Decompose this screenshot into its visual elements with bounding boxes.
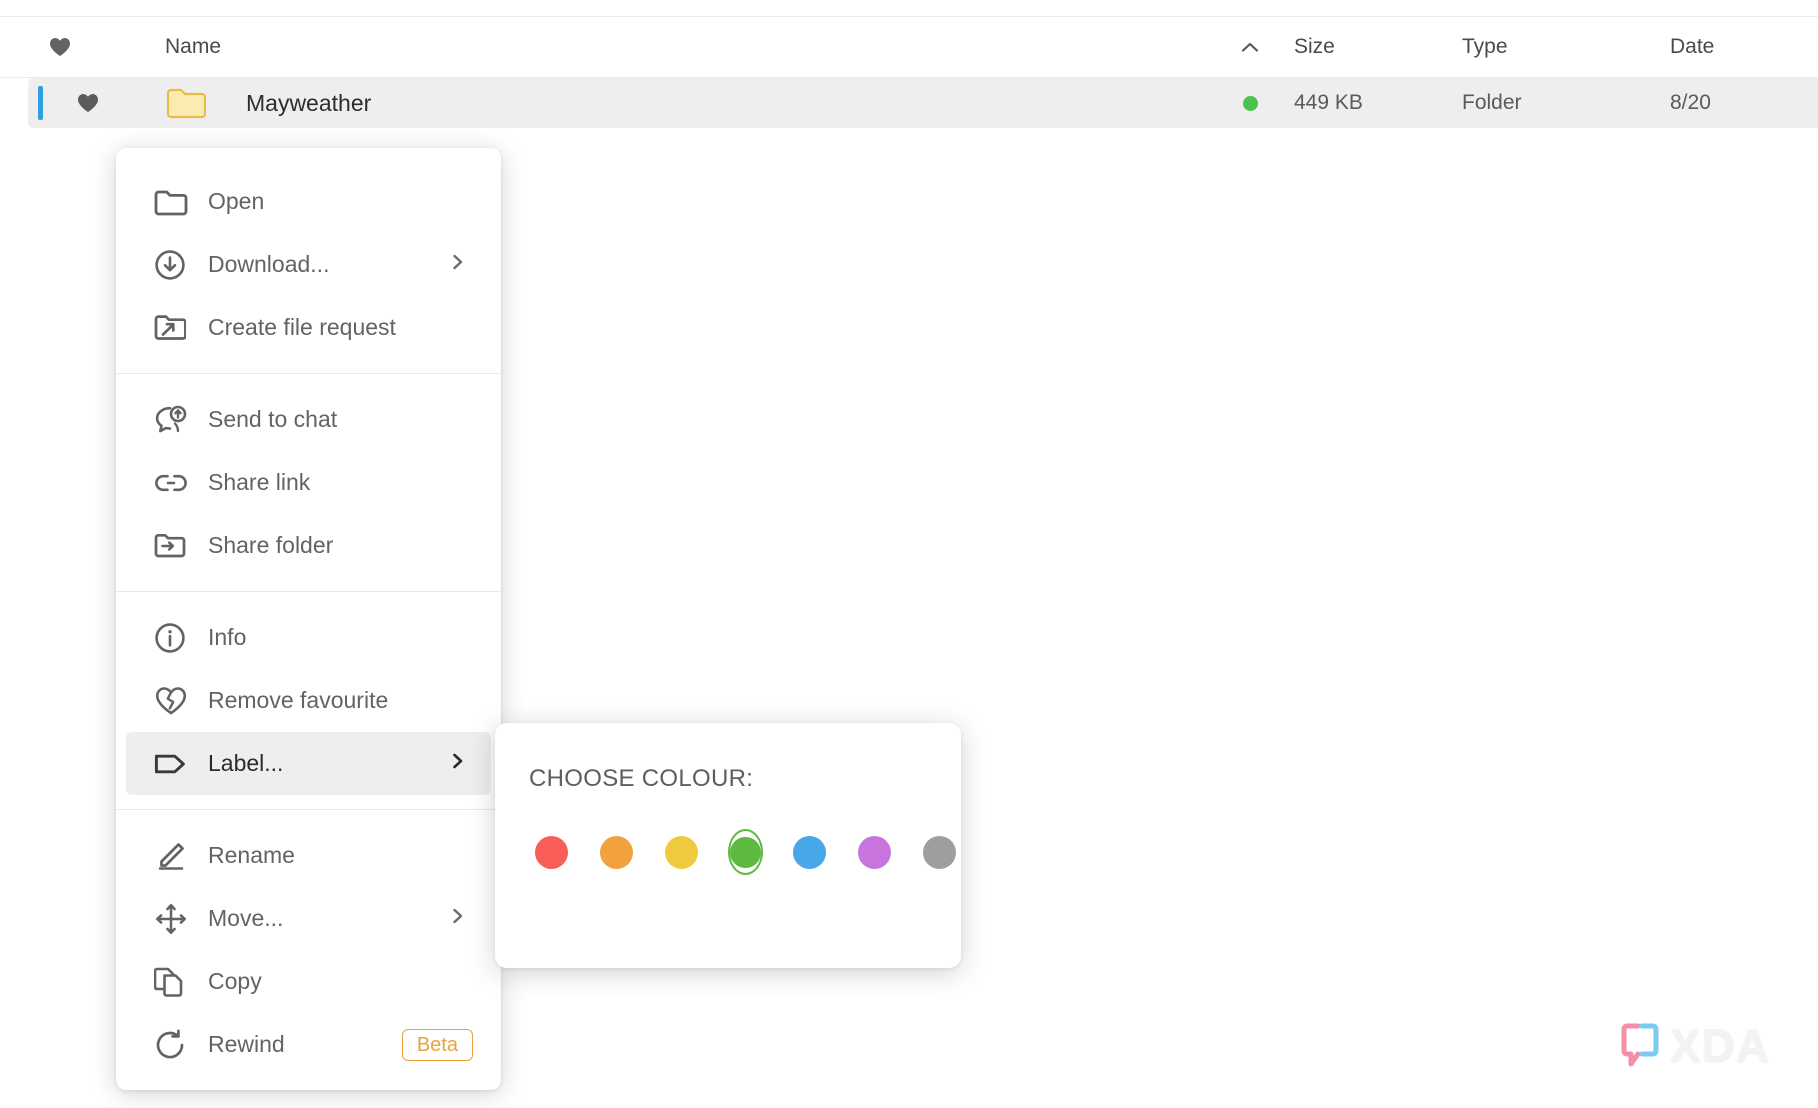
heart-icon	[49, 37, 71, 57]
file-list-header: Name Size Type Date	[0, 16, 1818, 78]
menu-item-label: Info	[208, 624, 247, 650]
menu-item-label[interactable]: Label...	[126, 732, 491, 795]
menu-item-label: Send to chat	[208, 406, 338, 432]
move-arrows-icon	[154, 902, 200, 936]
file-request-icon	[154, 313, 200, 343]
column-header-size[interactable]: Size	[1278, 35, 1458, 59]
link-icon	[154, 472, 200, 494]
colour-swatch-red[interactable]	[533, 829, 570, 875]
chevron-right-icon	[449, 905, 473, 932]
colour-swatch-yellow[interactable]	[663, 829, 700, 875]
colour-swatch-green[interactable]	[728, 829, 763, 875]
menu-item-label-text: Label...	[208, 750, 284, 776]
colour-swatch-orange[interactable]	[598, 829, 635, 875]
row-type: Folder	[1462, 91, 1522, 114]
menu-item-label: Copy	[208, 968, 262, 994]
row-favourite-toggle[interactable]	[28, 93, 148, 113]
swatch-dot	[730, 836, 761, 868]
row-name[interactable]: Mayweather	[214, 90, 1222, 117]
column-header-name[interactable]: Name	[120, 35, 1222, 59]
chevron-right-icon	[449, 750, 473, 777]
menu-group-sharing: Send to chat Share link Share folder	[116, 384, 501, 581]
folder-icon	[166, 87, 206, 119]
menu-item-copy[interactable]: Copy	[126, 950, 491, 1013]
menu-item-label: Remove favourite	[208, 687, 389, 713]
colour-swatch-purple[interactable]	[856, 829, 893, 875]
colour-picker-title: CHOOSE COLOUR:	[529, 765, 754, 792]
download-circle-icon	[154, 249, 200, 281]
swatch-dot	[923, 835, 956, 869]
colour-swatch-grey[interactable]	[921, 829, 958, 875]
menu-item-share-folder[interactable]: Share folder	[126, 514, 491, 577]
sync-status-dot	[1242, 95, 1258, 111]
menu-item-send-to-chat[interactable]: Send to chat	[126, 388, 491, 451]
chevron-right-icon	[449, 251, 473, 278]
colour-swatch-list	[529, 829, 956, 875]
swatch-dot	[858, 835, 891, 869]
context-menu: Open Download... Create file request Sen…	[116, 148, 501, 1090]
chevron-up-icon	[1241, 41, 1259, 53]
swatch-dot	[600, 835, 633, 869]
table-row[interactable]: Mayweather 449 KB Folder 8/20	[28, 78, 1818, 128]
menu-item-label: Share link	[208, 469, 311, 495]
rewind-icon	[154, 1028, 200, 1061]
swatch-dot	[793, 835, 826, 869]
menu-item-download[interactable]: Download...	[126, 233, 491, 296]
tag-icon	[154, 752, 200, 776]
menu-divider	[116, 373, 501, 374]
swatch-dot	[665, 835, 698, 869]
menu-divider	[116, 591, 501, 592]
menu-item-label: Create file request	[208, 314, 396, 340]
heart-filled-icon	[77, 93, 99, 113]
menu-item-rename[interactable]: Rename	[126, 824, 491, 887]
menu-item-label: Download...	[208, 251, 330, 277]
menu-item-label: Open	[208, 188, 265, 214]
send-to-chat-icon	[154, 404, 200, 436]
share-folder-icon	[154, 532, 200, 560]
row-date: 8/20	[1670, 91, 1711, 114]
info-icon	[154, 622, 200, 654]
copy-icon	[154, 966, 200, 998]
colour-swatch-blue[interactable]	[791, 829, 828, 875]
menu-item-rewind[interactable]: Rewind Beta	[126, 1013, 491, 1076]
xda-bracket-icon	[1620, 1022, 1660, 1068]
column-header-type[interactable]: Type	[1458, 35, 1658, 59]
menu-item-create-file-request[interactable]: Create file request	[126, 296, 491, 359]
menu-item-info[interactable]: Info	[126, 606, 491, 669]
menu-item-label: Rename	[208, 842, 295, 868]
menu-divider	[116, 809, 501, 810]
column-header-favourite[interactable]	[0, 37, 120, 57]
xda-watermark-text: XDA	[1670, 1019, 1771, 1071]
menu-item-label: Share folder	[208, 532, 334, 558]
menu-item-remove-favourite[interactable]: Remove favourite	[126, 669, 491, 732]
menu-group-edit: Rename Move... Copy Rewind Beta	[116, 820, 501, 1080]
row-selection-indicator	[38, 86, 43, 120]
row-status-dot	[1222, 95, 1278, 111]
beta-badge: Beta	[401, 1028, 473, 1061]
sort-indicator[interactable]	[1222, 41, 1278, 53]
pencil-icon	[154, 841, 200, 871]
menu-item-share-link[interactable]: Share link	[126, 451, 491, 514]
row-type-icon	[158, 87, 214, 119]
menu-group-metadata: Info Remove favourite Label...	[116, 602, 501, 799]
menu-item-open[interactable]: Open	[126, 170, 491, 233]
xda-watermark: XDA	[1620, 1022, 1770, 1068]
column-header-date[interactable]: Date	[1658, 35, 1818, 59]
folder-open-icon	[154, 188, 200, 216]
swatch-dot	[535, 835, 568, 869]
broken-heart-icon	[154, 686, 200, 716]
row-size: 449 KB	[1294, 91, 1363, 114]
menu-group-file-actions: Open Download... Create file request	[116, 166, 501, 363]
colour-picker-popover: CHOOSE COLOUR:	[495, 723, 961, 968]
menu-item-label: Move...	[208, 905, 284, 931]
menu-item-move[interactable]: Move...	[126, 887, 491, 950]
file-manager-screen: Name Size Type Date Mayweather 449 KB Fo…	[0, 0, 1818, 1108]
menu-item-label: Rewind	[208, 1031, 285, 1057]
